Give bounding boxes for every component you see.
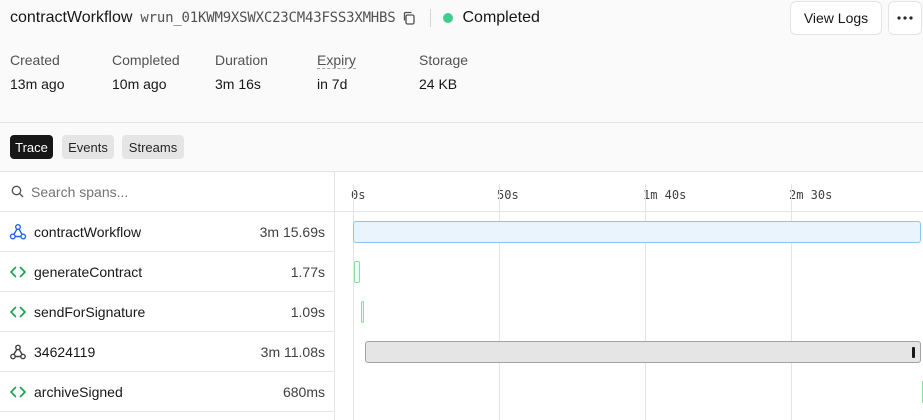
timeline-row xyxy=(335,212,923,252)
span-row[interactable]: sendForSignature 1.09s xyxy=(0,292,334,332)
meta-completed: Completed 10m ago xyxy=(112,52,180,92)
span-name: 34624119 xyxy=(34,343,96,360)
span-duration: 3m 15.69s xyxy=(259,223,325,240)
tab-streams[interactable]: Streams xyxy=(122,135,184,159)
span-bar-hook[interactable] xyxy=(364,341,921,363)
title-row: contractWorkflow wrun_01KWM9XSWXC23CM43F… xyxy=(10,0,540,36)
code-icon xyxy=(9,383,27,401)
meta-label: Duration xyxy=(215,52,268,68)
span-list-panel: contractWorkflow 3m 15.69s generateContr… xyxy=(0,172,335,420)
span-row[interactable]: contractWorkflow 3m 15.69s xyxy=(0,212,334,252)
search-icon xyxy=(11,185,24,198)
span-duration: 680ms xyxy=(282,383,325,400)
timeline-row xyxy=(335,332,923,372)
meta-label: Completed xyxy=(112,52,180,68)
span-row[interactable]: 34624119 3m 11.08s xyxy=(0,332,334,372)
title-divider xyxy=(429,9,431,27)
meta-label[interactable]: Expiry xyxy=(317,52,356,69)
timeline-row xyxy=(335,372,923,412)
tick-label: 1m 40s xyxy=(643,188,687,202)
code-icon xyxy=(9,263,27,281)
workflow-icon xyxy=(9,223,27,241)
timeline-row xyxy=(335,292,923,332)
meta-value: 10m ago xyxy=(112,76,167,92)
span-duration: 3m 11.08s xyxy=(260,343,325,360)
meta-value: 3m 16s xyxy=(215,76,261,92)
status-text: Completed xyxy=(462,9,540,26)
span-name: contractWorkflow xyxy=(34,223,142,240)
span-row[interactable]: generateContract 1.77s xyxy=(0,252,334,292)
meta-created: Created 13m ago xyxy=(10,52,64,92)
meta-value: 24 KB xyxy=(419,76,458,92)
timeline-row xyxy=(335,252,923,292)
meta-value: in 7d xyxy=(317,76,348,92)
meta-storage: Storage 24 KB xyxy=(419,52,468,92)
tick-label: 50s xyxy=(497,188,519,202)
meta-duration: Duration 3m 16s xyxy=(215,52,268,92)
view-tabs: Trace Events Streams xyxy=(0,123,923,172)
run-id: wrun_01KWM9XSWXC23CM43FSS3XMHBS xyxy=(140,10,396,26)
span-duration: 1.09s xyxy=(290,303,325,320)
hook-resolve-marker xyxy=(911,347,915,358)
span-name: sendForSignature xyxy=(34,303,146,320)
span-search xyxy=(0,172,334,212)
tab-events[interactable]: Events xyxy=(62,135,114,159)
view-logs-button[interactable]: View Logs xyxy=(790,1,882,35)
meta-value: 13m ago xyxy=(10,76,65,92)
tick-label: 2m 30s xyxy=(789,188,833,202)
meta-label: Storage xyxy=(419,52,469,68)
expiry-label-text: Expiry xyxy=(317,52,356,69)
span-bar-workflow[interactable] xyxy=(353,221,921,243)
more-horizontal-icon xyxy=(897,16,913,20)
more-options-button[interactable] xyxy=(888,1,922,35)
trace-timeline: 0s 50s 1m 40s 2m 30s xyxy=(335,172,923,420)
span-row[interactable]: archiveSigned 680ms xyxy=(0,372,334,412)
meta-label: Created xyxy=(10,52,60,68)
search-input[interactable] xyxy=(31,183,311,200)
span-duration: 1.77s xyxy=(290,263,325,280)
span-name: generateContract xyxy=(34,263,143,280)
tab-trace[interactable]: Trace xyxy=(10,135,53,159)
status-dot xyxy=(442,13,453,23)
code-icon xyxy=(9,303,27,321)
span-bar-step[interactable] xyxy=(354,261,360,283)
workflow-name: contractWorkflow xyxy=(10,9,133,26)
time-ruler: 0s 50s 1m 40s 2m 30s xyxy=(335,172,923,212)
span-bar-step[interactable] xyxy=(360,301,364,323)
run-header: contractWorkflow wrun_01KWM9XSWXC23CM43F… xyxy=(0,0,923,123)
meta-expiry: Expiry in 7d xyxy=(317,52,356,92)
span-name: archiveSigned xyxy=(34,383,123,400)
copy-icon[interactable] xyxy=(402,11,416,25)
webhook-icon xyxy=(9,343,27,361)
